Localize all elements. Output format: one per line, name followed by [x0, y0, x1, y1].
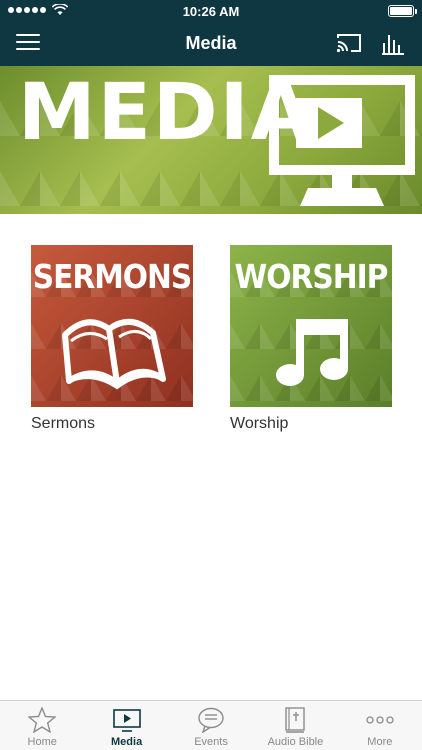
equalizer-icon[interactable]: [382, 31, 404, 55]
tab-audio-bible[interactable]: Audio Bible: [253, 701, 337, 750]
bible-icon: [285, 707, 306, 733]
more-dots-icon: [366, 716, 394, 724]
music-note-icon: [276, 319, 348, 386]
sermons-label: Sermons: [31, 415, 96, 432]
tab-events-label: Events: [194, 736, 228, 748]
sermons-image: SERMONS: [31, 245, 193, 407]
tab-media[interactable]: Media: [84, 701, 168, 750]
nav-bar: Media: [0, 22, 422, 66]
play-screen-icon: [112, 709, 141, 732]
tab-bar: Home Media Events Audio Bible More: [0, 700, 422, 750]
status-bar: 10:26 AM: [0, 0, 422, 22]
app-header: 10:26 AM Media: [0, 0, 422, 66]
tab-more[interactable]: More: [338, 701, 422, 750]
tab-home[interactable]: Home: [0, 701, 84, 750]
tab-more-label: More: [367, 736, 393, 748]
monitor-play-icon: [269, 75, 415, 206]
status-time: 10:26 AM: [182, 4, 240, 19]
chat-bubble-icon: [198, 707, 224, 733]
worship-image-text: WORSHIP: [234, 257, 389, 296]
tab-audio-bible-label: Audio Bible: [267, 736, 324, 748]
tab-events[interactable]: Events: [169, 701, 253, 750]
open-book-icon: [62, 319, 166, 390]
worship-image: WORSHIP: [230, 245, 392, 407]
star-icon: [28, 707, 57, 733]
battery-icon: [388, 5, 417, 17]
tab-home-label: Home: [27, 736, 57, 748]
sermons-tile[interactable]: SERMONS Sermons: [31, 245, 193, 433]
tab-media-label: Media: [111, 736, 143, 748]
sermons-image-text: SERMONS: [32, 257, 193, 296]
cast-icon[interactable]: [336, 32, 362, 54]
media-banner: MEDIA: [0, 66, 422, 214]
worship-label: Worship: [230, 415, 289, 432]
worship-tile[interactable]: WORSHIP Worship: [230, 245, 392, 433]
